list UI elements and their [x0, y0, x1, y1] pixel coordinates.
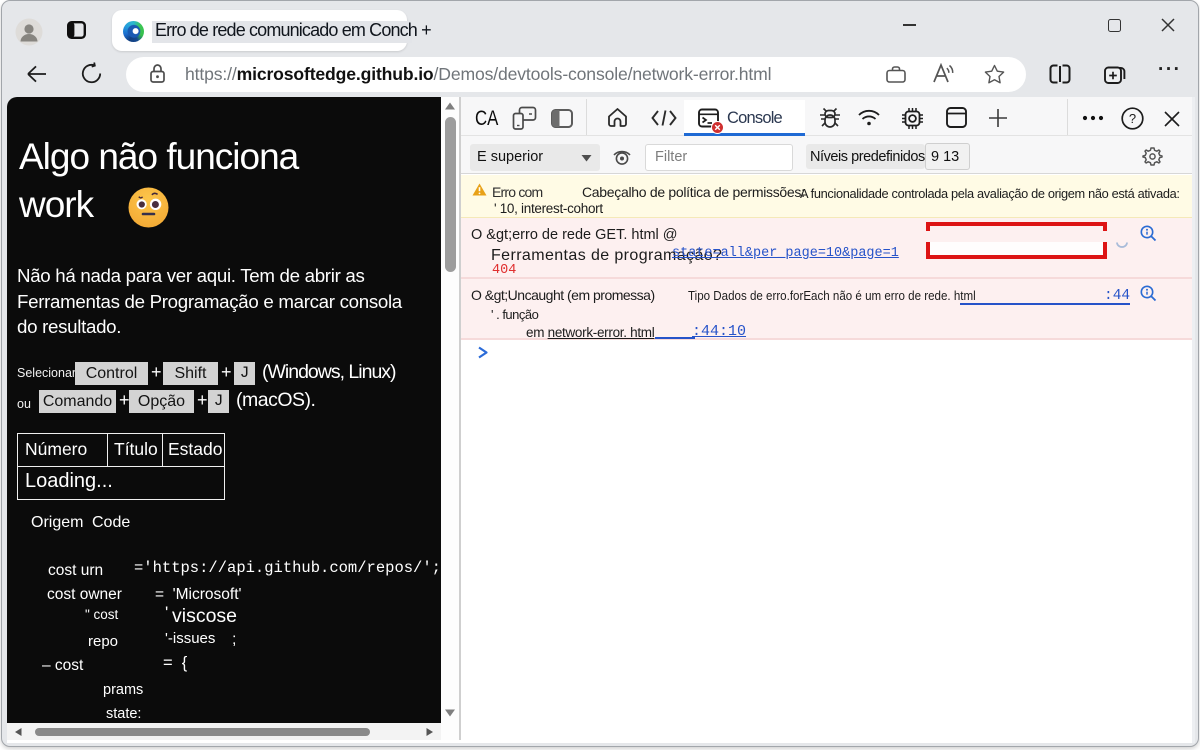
svg-text:?: ?: [1129, 111, 1136, 126]
